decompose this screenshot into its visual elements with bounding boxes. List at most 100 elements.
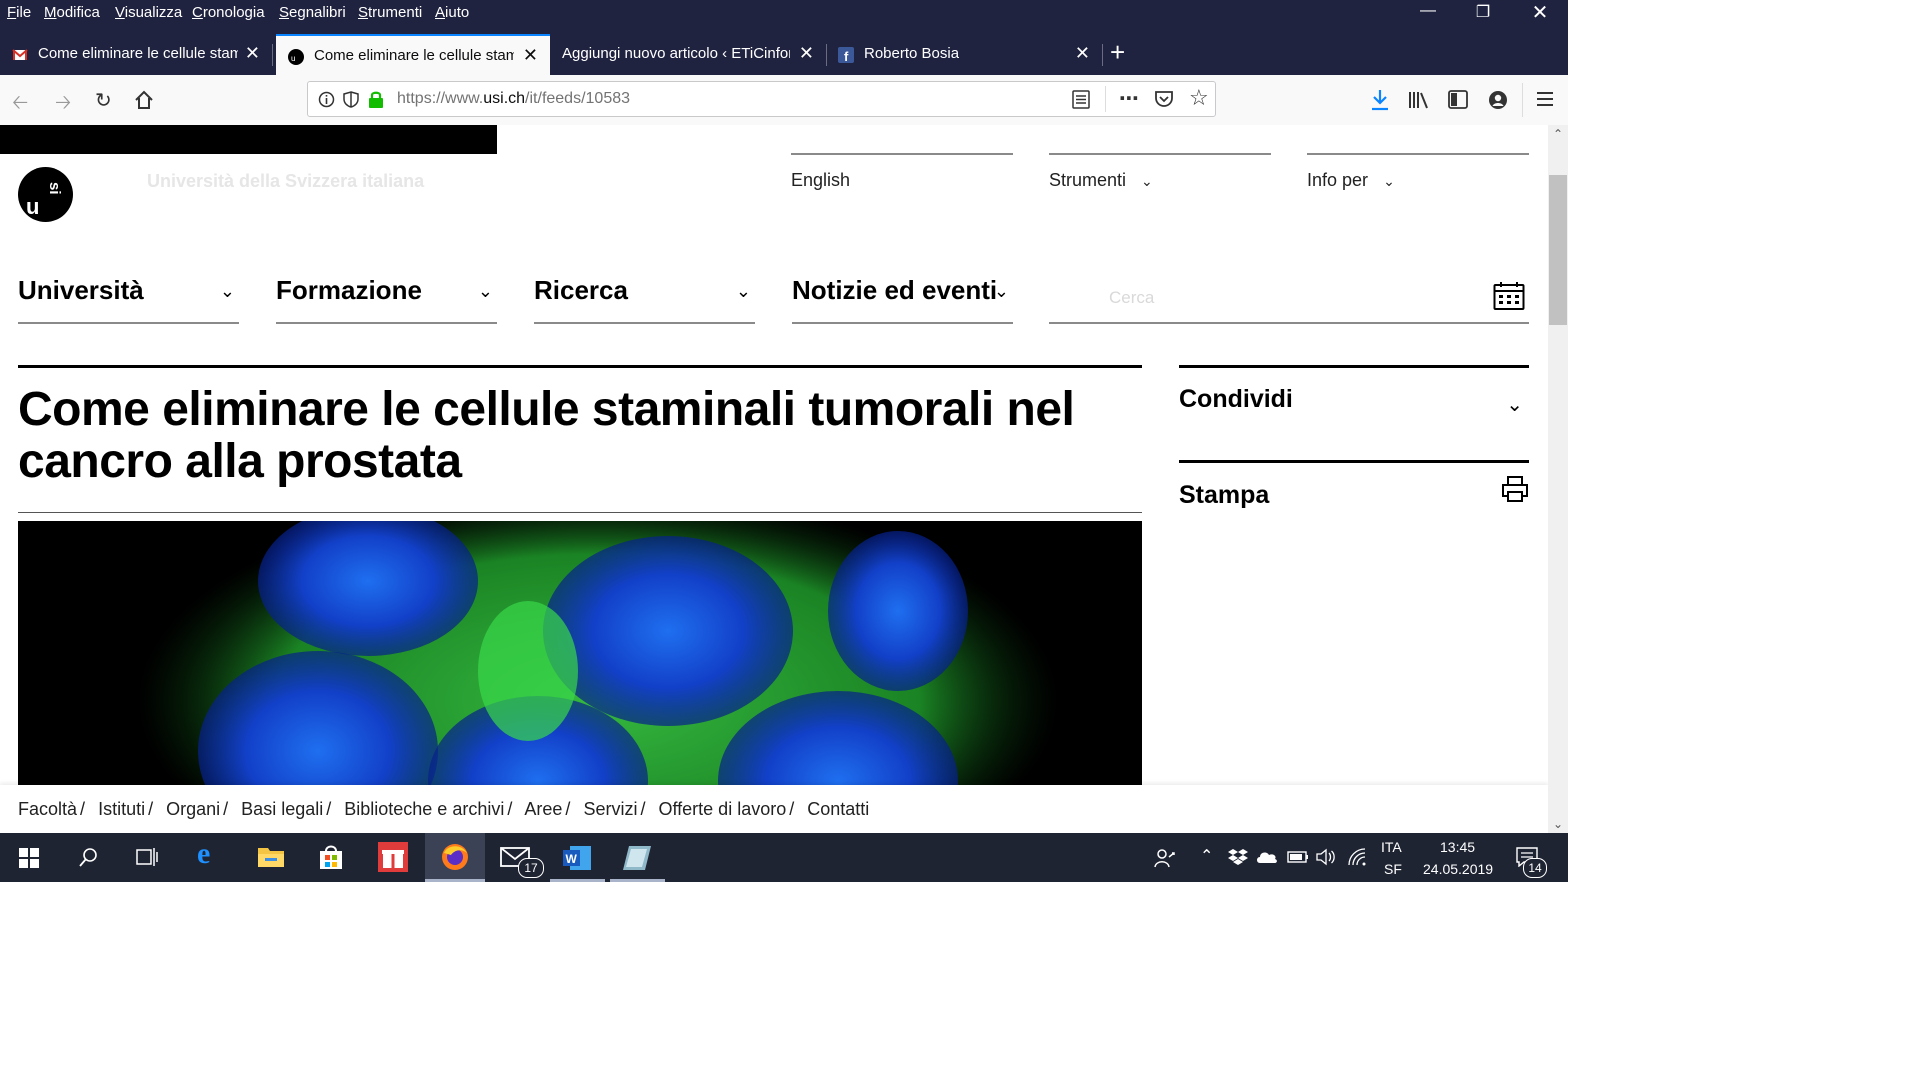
file-explorer-icon[interactable]	[257, 844, 285, 868]
menu-strumenti[interactable]: Strumenti	[358, 4, 422, 21]
tab-gmail[interactable]: Come eliminare le cellule stami ✕	[0, 34, 273, 75]
battery-icon[interactable]	[1287, 851, 1309, 863]
footer-link-offerte-lavoro[interactable]: Offerte di lavoro	[658, 799, 786, 819]
nav-label: Formazione	[276, 275, 422, 305]
reader-view-icon[interactable]	[1072, 90, 1090, 109]
keyboard-layout[interactable]: SF	[1384, 861, 1402, 877]
url-text[interactable]: https://www.usi.ch/it/feeds/10583	[397, 90, 630, 108]
word-taskbar-button[interactable]: W	[550, 833, 605, 882]
notification-badge: 14	[1523, 858, 1547, 878]
wifi-icon[interactable]	[1347, 848, 1367, 866]
search-icon[interactable]	[79, 847, 99, 867]
store-icon[interactable]	[317, 843, 345, 871]
tab-facebook[interactable]: f Roberto Bosia ✕	[826, 34, 1103, 75]
footer-link-organi[interactable]: Organi	[166, 799, 220, 819]
menu-cronologia[interactable]: Cronologia	[192, 4, 265, 21]
clock-date[interactable]: 24.05.2019	[1423, 861, 1493, 877]
url-bar[interactable]: https://www.usi.ch/it/feeds/10583 ⋯ ☆	[307, 81, 1216, 117]
close-tab-icon[interactable]: ✕	[523, 45, 538, 66]
people-icon[interactable]	[1154, 847, 1176, 869]
reload-icon[interactable]: ↻	[95, 88, 112, 113]
svg-text:si: si	[46, 182, 63, 195]
tracking-shield-icon[interactable]	[343, 91, 359, 108]
share-label: Condividi	[1179, 385, 1293, 413]
dropbox-icon[interactable]	[1228, 849, 1248, 865]
menu-aiuto[interactable]: Aiuto	[435, 4, 469, 21]
back-icon[interactable]: 🡠	[12, 88, 28, 122]
home-icon[interactable]	[134, 90, 154, 110]
edge-icon[interactable]: e	[197, 837, 210, 871]
library-icon[interactable]	[1408, 90, 1430, 110]
menu-file[interactable]: File	[7, 4, 31, 21]
separator: /	[507, 799, 513, 819]
gift-app-icon[interactable]	[378, 842, 408, 872]
task-view-icon[interactable]	[136, 847, 158, 867]
windows-start-icon[interactable]	[19, 848, 39, 868]
restore-button[interactable]: ❐	[1460, 2, 1506, 22]
info-icon[interactable]	[318, 91, 335, 108]
close-tab-icon[interactable]: ✕	[1075, 43, 1090, 64]
footer-link-aree[interactable]: Aree	[524, 799, 562, 819]
clock-time[interactable]: 13:45	[1440, 839, 1475, 855]
top-link-english[interactable]: English	[791, 153, 1013, 191]
footer-link-servizi[interactable]: Servizi	[583, 799, 637, 819]
onedrive-icon[interactable]	[1256, 850, 1278, 864]
app-taskbar-button[interactable]	[610, 833, 665, 882]
menu-segnalibri[interactable]: Segnalibri	[279, 4, 346, 21]
menu-visualizza[interactable]: Visualizza	[115, 4, 182, 21]
calendar-icon[interactable]	[1493, 281, 1525, 311]
tab-usi-active[interactable]: u Come eliminare le cellule stami ✕	[276, 34, 550, 75]
sidebar-icon[interactable]	[1448, 90, 1468, 109]
print-panel[interactable]: Stampa	[1179, 460, 1529, 523]
chevron-down-icon: ⌄	[1141, 173, 1153, 189]
scrollbar-thumb[interactable]	[1549, 175, 1567, 325]
top-link-info-per[interactable]: Info per ⌄	[1307, 153, 1529, 191]
secure-lock-icon[interactable]	[368, 90, 384, 108]
footer-link-facolta[interactable]: Facoltà	[18, 799, 77, 819]
close-tab-icon[interactable]: ✕	[245, 43, 260, 64]
footer-link-istituti[interactable]: Istituti	[98, 799, 145, 819]
scroll-down-icon[interactable]: ⌄	[1553, 817, 1563, 831]
close-tab-icon[interactable]: ✕	[799, 43, 814, 64]
svg-text:u: u	[26, 194, 39, 219]
tab-eticinfo[interactable]: Aggiungi nuovo articolo ‹ ETiCinfor ✕	[550, 34, 827, 75]
university-name[interactable]: Università della Svizzera italiana	[147, 171, 424, 192]
top-link-strumenti[interactable]: Strumenti ⌄	[1049, 153, 1271, 191]
separator: /	[640, 799, 646, 819]
share-panel[interactable]: Condividi ⌄	[1179, 365, 1529, 458]
pocket-icon[interactable]	[1154, 90, 1174, 108]
menu-modifica[interactable]: Modifica	[44, 4, 100, 21]
windows-taskbar: e 17 W ⌃ ITA SF 13:45 24.05.2019 14	[0, 833, 1568, 882]
show-hidden-icons-icon[interactable]: ⌃	[1200, 846, 1213, 866]
volume-icon[interactable]	[1316, 848, 1336, 866]
input-language[interactable]: ITA	[1381, 839, 1402, 855]
forward-icon[interactable]: 🡢	[55, 88, 71, 122]
new-tab-button[interactable]: +	[1110, 37, 1125, 68]
nav-formazione[interactable]: Formazione ⌄	[276, 275, 497, 324]
cell-microscopy-image	[18, 521, 1142, 821]
close-window-button[interactable]: ✕	[1517, 0, 1563, 25]
nav-notizie-eventi[interactable]: Notizie ed eventi ⌄	[792, 275, 1013, 324]
article-hero-image	[18, 521, 1142, 821]
downloads-icon[interactable]	[1370, 89, 1390, 111]
usi-logo-mark: u si	[26, 182, 63, 219]
account-icon[interactable]	[1488, 90, 1508, 110]
nav-label: Notizie ed eventi	[792, 275, 998, 305]
usi-logo[interactable]: u si	[18, 167, 73, 222]
scroll-up-icon[interactable]: ⌃	[1553, 127, 1563, 141]
bookmark-star-icon[interactable]: ☆	[1189, 85, 1209, 111]
nav-ricerca[interactable]: Ricerca ⌄	[534, 275, 755, 324]
nav-universita[interactable]: Università ⌄	[18, 275, 239, 324]
page-actions-icon[interactable]: ⋯	[1119, 86, 1139, 111]
hamburger-menu-icon[interactable]	[1536, 91, 1554, 107]
search-input[interactable]	[1107, 287, 1471, 309]
urlbar-divider	[1105, 86, 1106, 112]
minimize-button[interactable]: —	[1405, 2, 1451, 20]
page-viewport: u si Università della Svizzera italiana …	[0, 125, 1548, 833]
firefox-taskbar-button[interactable]	[425, 833, 485, 882]
usi-icon: u	[288, 49, 304, 65]
footer-link-basi-legali[interactable]: Basi legali	[241, 799, 323, 819]
footer-link-biblioteche[interactable]: Biblioteche e archivi	[344, 799, 504, 819]
tab-title: Roberto Bosia	[864, 45, 960, 62]
footer-link-contatti[interactable]: Contatti	[807, 799, 869, 819]
